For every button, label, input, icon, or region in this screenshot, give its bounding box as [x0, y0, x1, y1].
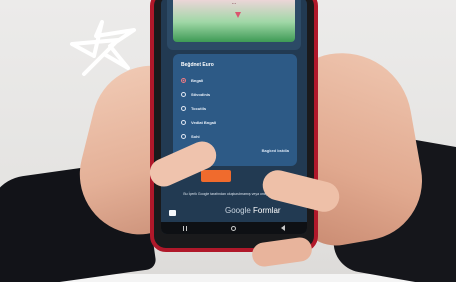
back-icon[interactable]: [280, 225, 285, 231]
brand-forms: Formlar: [253, 206, 281, 215]
google-forms-logo: Google Formlar: [225, 206, 281, 215]
report-icon[interactable]: [169, 210, 176, 216]
radio-icon[interactable]: [181, 105, 186, 111]
photo-scene: ... Beğdnet Euro Bngali Stivodinis Tocut…: [0, 0, 456, 282]
option-label: Tocutils: [191, 105, 207, 111]
recents-icon[interactable]: [183, 225, 188, 231]
option-1[interactable]: Bngali: [181, 76, 203, 84]
android-nav-bar: [161, 222, 307, 234]
option-label: Stivodinis: [191, 91, 211, 97]
radio-icon[interactable]: [181, 91, 186, 97]
option-4[interactable]: Vedlat Bngali: [181, 118, 216, 126]
brand-google: Google: [225, 206, 251, 215]
form-header-text: ...: [231, 0, 237, 6]
option-2[interactable]: Stivodinis: [181, 90, 210, 98]
submit-button[interactable]: [201, 170, 231, 182]
heart-icon: [235, 12, 241, 18]
smartphone: ... Beğdnet Euro Bngali Stivodinis Tocut…: [150, 0, 318, 252]
option-label: Bngali: [191, 77, 204, 83]
form-header-card: ...: [167, 0, 301, 50]
question-title: Beğdnet Euro: [181, 62, 214, 68]
option-3[interactable]: Tocutils: [181, 104, 206, 112]
home-icon[interactable]: [231, 225, 237, 231]
radio-icon[interactable]: [181, 119, 186, 125]
form-header-image: ...: [173, 0, 295, 42]
clear-selection-link[interactable]: Bagked bstdla: [262, 148, 289, 153]
option-label: Vedlat Bngali: [191, 119, 217, 125]
radio-icon[interactable]: [181, 133, 186, 139]
star-doodle-icon: [70, 20, 136, 76]
radio-checked-icon[interactable]: [181, 77, 186, 83]
option-label: Sohi: [191, 133, 200, 139]
option-5[interactable]: Sohi: [181, 132, 200, 140]
